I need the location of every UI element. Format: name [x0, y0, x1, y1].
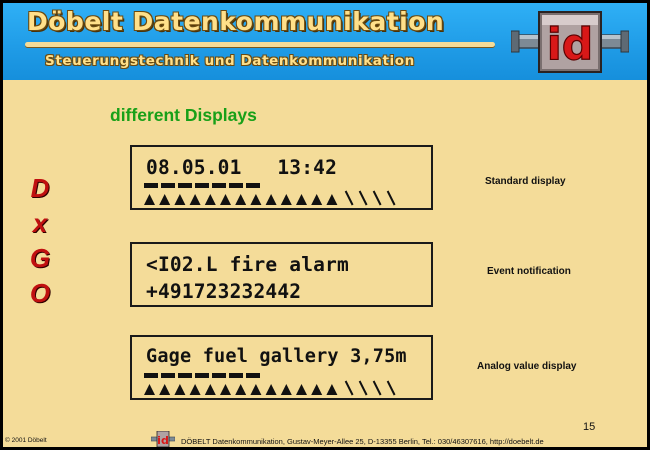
lcd-line-1: 08.05.01 13:42: [146, 156, 338, 179]
dash-segment: [144, 373, 158, 378]
header-divider: [25, 42, 495, 47]
level-triangle: [204, 384, 216, 395]
level-triangle: [311, 194, 323, 205]
dash-segment: [212, 183, 226, 188]
side-letter-g: G: [29, 243, 51, 273]
level-triangle: [265, 384, 277, 395]
side-letter-o: O: [29, 278, 51, 308]
level-triangle: [174, 194, 186, 205]
event-notification-caption: Event notification: [487, 266, 571, 277]
level-triangle: [296, 384, 307, 395]
dash-segment: [246, 183, 260, 188]
level-slash: [386, 380, 396, 396]
level-triangle: [204, 194, 216, 205]
dash-segment: [229, 373, 243, 378]
level-slash: [358, 380, 368, 396]
level-slash: [344, 190, 354, 206]
dash-bar: [144, 183, 260, 188]
level-slash: [372, 380, 382, 396]
dash-segment: [195, 183, 209, 188]
footer-logo-icon: id: [151, 431, 175, 447]
level-triangle: [250, 194, 262, 205]
level-triangle: [296, 194, 307, 205]
level-triangle: [159, 384, 171, 395]
side-letter-d: D: [30, 173, 50, 203]
level-triangle: [189, 384, 201, 395]
dash-segment: [178, 373, 192, 378]
dash-segment: [195, 373, 209, 378]
level-triangle: [220, 194, 231, 205]
lcd-line-2: +491723232442: [146, 280, 302, 303]
level-triangle: [174, 384, 186, 395]
lcd-line-1: Gage fuel gallery 3,75m: [146, 346, 407, 367]
dash-segment: [161, 183, 175, 188]
level-triangle: [280, 194, 292, 205]
level-bar: [144, 190, 396, 206]
company-logo-icon: id: [511, 11, 629, 73]
level-triangle: [189, 194, 201, 205]
level-triangle: [250, 384, 262, 395]
header-subtitle: Steuerungstechnik und Datenkommunikation: [45, 53, 415, 69]
footer-address: DÖBELT Datenkommunikation, Gustav-Meyer-…: [181, 437, 544, 446]
dash-segment: [246, 373, 260, 378]
level-bar: [144, 380, 396, 396]
dash-segment: [212, 373, 226, 378]
level-triangle: [235, 194, 247, 205]
slide: Döbelt Datenkommunikation Steuerungstech…: [3, 3, 647, 447]
level-triangle: [265, 194, 277, 205]
header-title: Döbelt Datenkommunikation: [27, 7, 445, 36]
side-letter-x: x: [32, 208, 48, 238]
level-slash: [386, 190, 396, 206]
slide-frame: Döbelt Datenkommunikation Steuerungstech…: [0, 0, 650, 450]
footer-copyright: © 2001 Döbelt: [5, 437, 47, 444]
dash-segment: [229, 183, 243, 188]
dash-segment: [144, 183, 158, 188]
event-notification-lcd: <I02.L fire alarm +491723232442: [130, 242, 433, 307]
lcd-line-1: <I02.L fire alarm: [146, 253, 349, 276]
level-triangle: [326, 384, 338, 395]
level-triangle: [280, 384, 292, 395]
analog-value-display-lcd: Gage fuel gallery 3,75m: [130, 335, 433, 400]
level-triangle: [144, 194, 155, 205]
analog-value-display-caption: Analog value display: [477, 361, 577, 372]
level-triangle: [159, 194, 171, 205]
page-number: 15: [583, 421, 596, 433]
level-triangle: [220, 384, 231, 395]
level-slash: [344, 380, 354, 396]
level-triangle: [144, 384, 155, 395]
standard-display-caption: Standard display: [485, 176, 566, 187]
section-heading: different Displays: [110, 105, 257, 125]
level-triangle: [235, 384, 247, 395]
logo-text: id: [547, 19, 594, 70]
header-banner: Döbelt Datenkommunikation Steuerungstech…: [3, 3, 647, 80]
level-triangle: [311, 384, 323, 395]
standard-display-lcd: 08.05.01 13:42: [130, 145, 433, 210]
dash-segment: [178, 183, 192, 188]
level-slash: [358, 190, 368, 206]
dash-bar: [144, 373, 260, 378]
level-triangle: [326, 194, 338, 205]
svg-text:id: id: [157, 434, 169, 447]
dash-segment: [161, 373, 175, 378]
level-slash: [372, 190, 382, 206]
